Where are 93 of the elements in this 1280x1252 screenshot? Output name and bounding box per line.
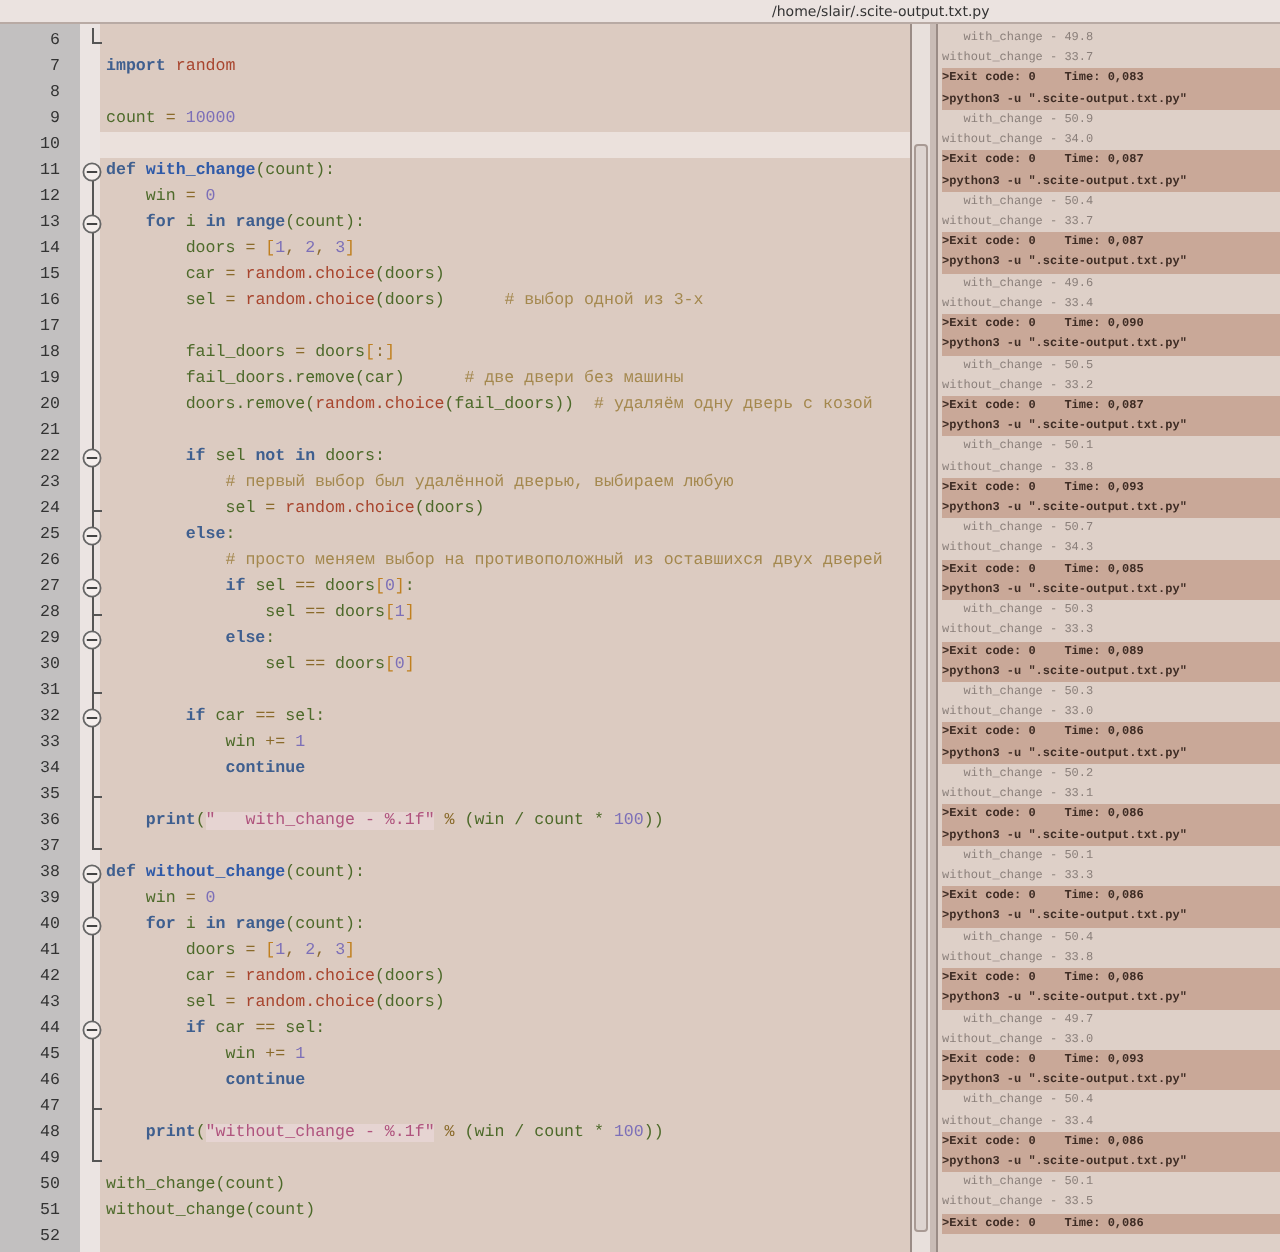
line-number: 6 [48, 30, 62, 54]
line-number: 27 [38, 576, 62, 600]
line-number: 49 [38, 1148, 62, 1172]
code-line: sel = random.choice(doors) [223, 498, 485, 522]
code-line: else: [223, 628, 276, 652]
line-number: 16 [38, 290, 62, 314]
code-line: count = 10000 [106, 108, 236, 132]
line-number: 40 [38, 914, 62, 938]
line-number: 18 [38, 342, 62, 366]
code-line: win = 0 [143, 888, 216, 912]
code-line: print(" with_change - %.1f" % (win / count * 100)) [143, 810, 664, 834]
collapse-icon[interactable] [82, 447, 102, 467]
line-number: 38 [38, 862, 62, 886]
line-number: 9 [48, 108, 62, 132]
line-number: 21 [38, 420, 62, 444]
line-number: 23 [38, 472, 62, 496]
code-line: for i in range(count): [143, 211, 365, 236]
code-line: if car == sel: [183, 705, 326, 730]
code-line: sel == doors[1] [263, 602, 415, 626]
line-number: 33 [38, 732, 62, 756]
line-number: 47 [38, 1096, 62, 1120]
line-number: 22 [38, 446, 62, 470]
code-line: doors.remove(random.choice(fail_doors)) # удаляём одну дверь с козой [183, 394, 873, 418]
collapse-icon[interactable] [82, 1019, 102, 1039]
line-number: 28 [38, 602, 62, 626]
code-line: sel == doors[0] [263, 654, 415, 678]
line-number: 37 [38, 836, 62, 860]
collapse-icon[interactable] [82, 863, 102, 883]
line-number: 36 [38, 810, 62, 834]
collapse-icon[interactable] [82, 707, 102, 727]
code-line: sel = random.choice(doors) # выбор одной из 3-х [183, 289, 704, 314]
line-number: 10 [38, 134, 62, 158]
collapse-icon[interactable] [82, 525, 102, 545]
line-number: 25 [38, 524, 62, 548]
line-number: 24 [38, 498, 62, 522]
line-number: 52 [38, 1226, 62, 1250]
code-line: print("without_change - %.1f" % (win / count * 100)) [143, 1122, 664, 1146]
line-number: 19 [38, 368, 62, 392]
line-number: 8 [48, 82, 62, 106]
code-line: doors = [1, 2, 3] [183, 238, 356, 262]
code-line: def without_change(count): [106, 861, 365, 886]
line-number: 12 [38, 186, 62, 210]
code-line: if car == sel: [183, 1017, 326, 1042]
code-line: def with_change(count): [106, 159, 336, 184]
line-number: 46 [38, 1070, 62, 1094]
line-number: 34 [38, 758, 62, 782]
line-number: 30 [38, 654, 62, 678]
line-number: 45 [38, 1044, 62, 1068]
code-line: if sel not in doors: [183, 445, 385, 470]
line-number: 39 [38, 888, 62, 912]
line-number: 31 [38, 680, 62, 704]
line-number: 51 [38, 1200, 62, 1224]
code-line: # первый выбор был удалённой дверью, выбираем любую [223, 471, 734, 496]
line-number: 50 [38, 1174, 62, 1198]
code-line: win = 0 [143, 186, 216, 210]
code-line: if sel == doors[0]: [223, 575, 415, 600]
collapse-icon[interactable] [82, 915, 102, 935]
code-line: with_change(count) [106, 1174, 286, 1198]
code-line: car = random.choice(doors) [183, 966, 445, 990]
code-line: car = random.choice(doors) [183, 264, 445, 288]
code-line: continue [223, 758, 306, 782]
line-number: 14 [38, 238, 62, 262]
code-line: else: [183, 524, 236, 548]
line-number: 42 [38, 966, 62, 990]
line-number: 44 [38, 1018, 62, 1042]
code-line: for i in range(count): [143, 913, 365, 938]
code-line: continue [223, 1070, 306, 1094]
code-line: sel = random.choice(doors) [183, 992, 445, 1016]
line-number: 32 [38, 706, 62, 730]
code-line: win += 1 [223, 732, 306, 756]
line-number: 43 [38, 992, 62, 1016]
code-line: doors = [1, 2, 3] [183, 940, 356, 964]
collapse-icon[interactable] [82, 213, 102, 233]
line-number: 15 [38, 264, 62, 288]
code-line: fail_doors = doors[:] [183, 342, 395, 366]
line-number: 35 [38, 784, 62, 808]
line-number: 29 [38, 628, 62, 652]
code-line: import random [106, 56, 236, 80]
collapse-icon[interactable] [82, 161, 102, 181]
code-line: # просто меняем выбор на противоположный из оставшихся двух дверей [223, 550, 883, 574]
line-number: 11 [38, 160, 62, 184]
code-line: without_change(count) [106, 1200, 316, 1224]
line-number: 13 [38, 212, 62, 236]
code-line: win += 1 [223, 1044, 306, 1068]
collapse-icon[interactable] [82, 577, 102, 597]
line-number: 20 [38, 394, 62, 418]
line-number: 41 [38, 940, 62, 964]
line-number: 17 [38, 316, 62, 340]
code-line: fail_doors.remove(car) # две двери без машины [183, 368, 684, 392]
collapse-icon[interactable] [82, 629, 102, 649]
line-number: 48 [38, 1122, 62, 1146]
line-number: 7 [48, 56, 62, 80]
line-number: 26 [38, 550, 62, 574]
